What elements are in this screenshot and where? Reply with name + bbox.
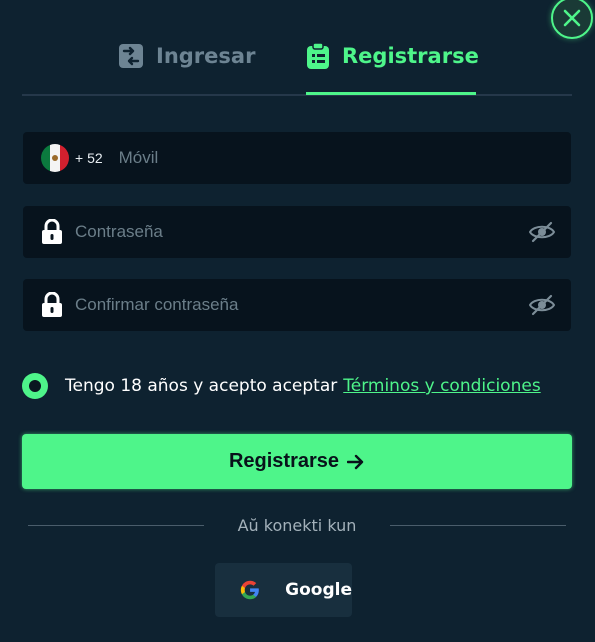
terms-row: Tengo 18 años y acepto aceptar Términos … xyxy=(22,370,541,402)
radio-dot xyxy=(29,380,41,392)
dial-code[interactable]: + 52 xyxy=(75,150,103,166)
tab-register[interactable]: Registrarse xyxy=(306,38,479,74)
google-icon xyxy=(240,580,259,600)
auth-tabs: Ingresar Registrarse xyxy=(22,0,572,96)
confirm-password-field xyxy=(23,279,571,331)
lock-icon xyxy=(42,219,62,244)
register-button-label: Registrarse xyxy=(228,450,340,472)
tabs-divider xyxy=(22,94,572,96)
terms-radio[interactable] xyxy=(22,373,48,399)
arrow-right-icon xyxy=(347,454,364,469)
lock-icon xyxy=(42,292,62,317)
login-icon xyxy=(119,44,143,68)
password-field xyxy=(23,206,571,258)
eye-off-icon[interactable] xyxy=(529,221,555,243)
confirm-password-input[interactable] xyxy=(75,279,529,331)
tab-login[interactable]: Ingresar xyxy=(118,38,255,74)
google-login-button[interactable]: Google xyxy=(215,563,352,617)
tab-login-label: Ingresar xyxy=(156,44,256,68)
eye-off-icon[interactable] xyxy=(529,294,555,316)
mexico-flag-icon[interactable] xyxy=(41,144,69,172)
social-divider: Aŭ konekti kun xyxy=(28,514,566,538)
phone-field: + 52 xyxy=(23,132,571,184)
tab-register-label: Registrarse xyxy=(342,44,479,68)
clipboard-icon xyxy=(307,42,329,69)
google-label: Google xyxy=(285,580,352,600)
tab-active-indicator xyxy=(306,92,476,95)
divider-line-right xyxy=(390,525,566,526)
terms-link[interactable]: Términos y condiciones xyxy=(343,376,540,396)
register-button[interactable]: Registrarse xyxy=(22,434,572,489)
terms-text: Tengo 18 años y acepto aceptar xyxy=(65,376,338,396)
password-input[interactable] xyxy=(75,206,529,258)
phone-input[interactable] xyxy=(118,132,571,184)
